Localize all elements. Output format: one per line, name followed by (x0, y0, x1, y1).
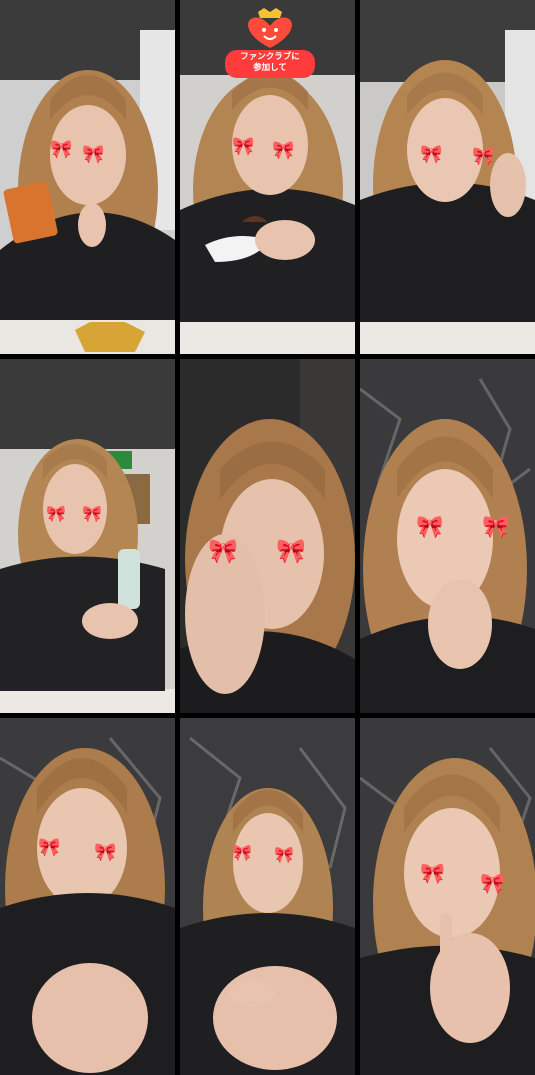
photo-r1c1: 🎀 🎀 (0, 0, 175, 354)
photo-r1c3: 🎀 🎀 (360, 0, 535, 354)
photo-r3c2: 🎀 🎀 (180, 718, 355, 1075)
fanclub-label-line1: ファンクラブに (240, 52, 300, 62)
svg-text:🎀: 🎀 (272, 140, 294, 161)
svg-text:🎀: 🎀 (94, 842, 116, 863)
video-tile-r1c2[interactable]: 🎀 🎀 ファンクラブに 参加して (180, 0, 355, 354)
svg-text:🎀: 🎀 (276, 537, 306, 565)
video-tile-r3c3[interactable]: 🎀 🎀 (360, 718, 535, 1075)
video-tile-r1c1[interactable]: 🎀 🎀 (0, 0, 175, 354)
video-tile-r2c3[interactable]: 🎀 🎀 (360, 359, 535, 713)
fanclub-label-line2: 参加して (253, 63, 287, 73)
svg-text:🎀: 🎀 (420, 144, 442, 165)
photo-r3c1: 🎀 🎀 (0, 718, 175, 1075)
video-tile-r3c2[interactable]: 🎀 🎀 (180, 718, 355, 1075)
svg-text:🎀: 🎀 (232, 843, 252, 862)
photo-r2c2: 🎀 🎀 (180, 359, 355, 713)
video-tile-r3c1[interactable]: 🎀 🎀 (0, 718, 175, 1075)
svg-text:🎀: 🎀 (420, 861, 445, 885)
svg-text:🎀: 🎀 (38, 837, 60, 858)
fanclub-badge[interactable]: ファンクラブに 参加して (220, 8, 320, 80)
svg-text:🎀: 🎀 (274, 845, 294, 864)
video-tile-r2c1[interactable]: 🎀 🎀 (0, 359, 175, 713)
svg-text:🎀: 🎀 (208, 537, 238, 565)
svg-text:🎀: 🎀 (82, 144, 104, 165)
video-tile-r2c2[interactable]: 🎀 🎀 (180, 359, 355, 713)
svg-text:🎀: 🎀 (50, 139, 72, 160)
photo-r2c3: 🎀 🎀 (360, 359, 535, 713)
svg-text:🎀: 🎀 (472, 146, 494, 167)
svg-text:🎀: 🎀 (46, 504, 66, 523)
photo-r3c3: 🎀 🎀 (360, 718, 535, 1075)
photo-r2c1: 🎀 🎀 (0, 359, 175, 713)
video-grid: 🎀 🎀 🎀 🎀 ファンクラブに 参加して 🎀 🎀 🎀 🎀 🎀 🎀 🎀 🎀 🎀 🎀… (0, 0, 535, 1075)
svg-text:🎀: 🎀 (416, 515, 443, 540)
fanclub-label: ファンクラブに 参加して (220, 52, 320, 74)
svg-text:🎀: 🎀 (482, 515, 509, 540)
video-tile-r1c3[interactable]: 🎀 🎀 (360, 0, 535, 354)
svg-text:🎀: 🎀 (232, 136, 254, 157)
svg-text:🎀: 🎀 (480, 871, 505, 895)
svg-text:🎀: 🎀 (82, 504, 102, 523)
